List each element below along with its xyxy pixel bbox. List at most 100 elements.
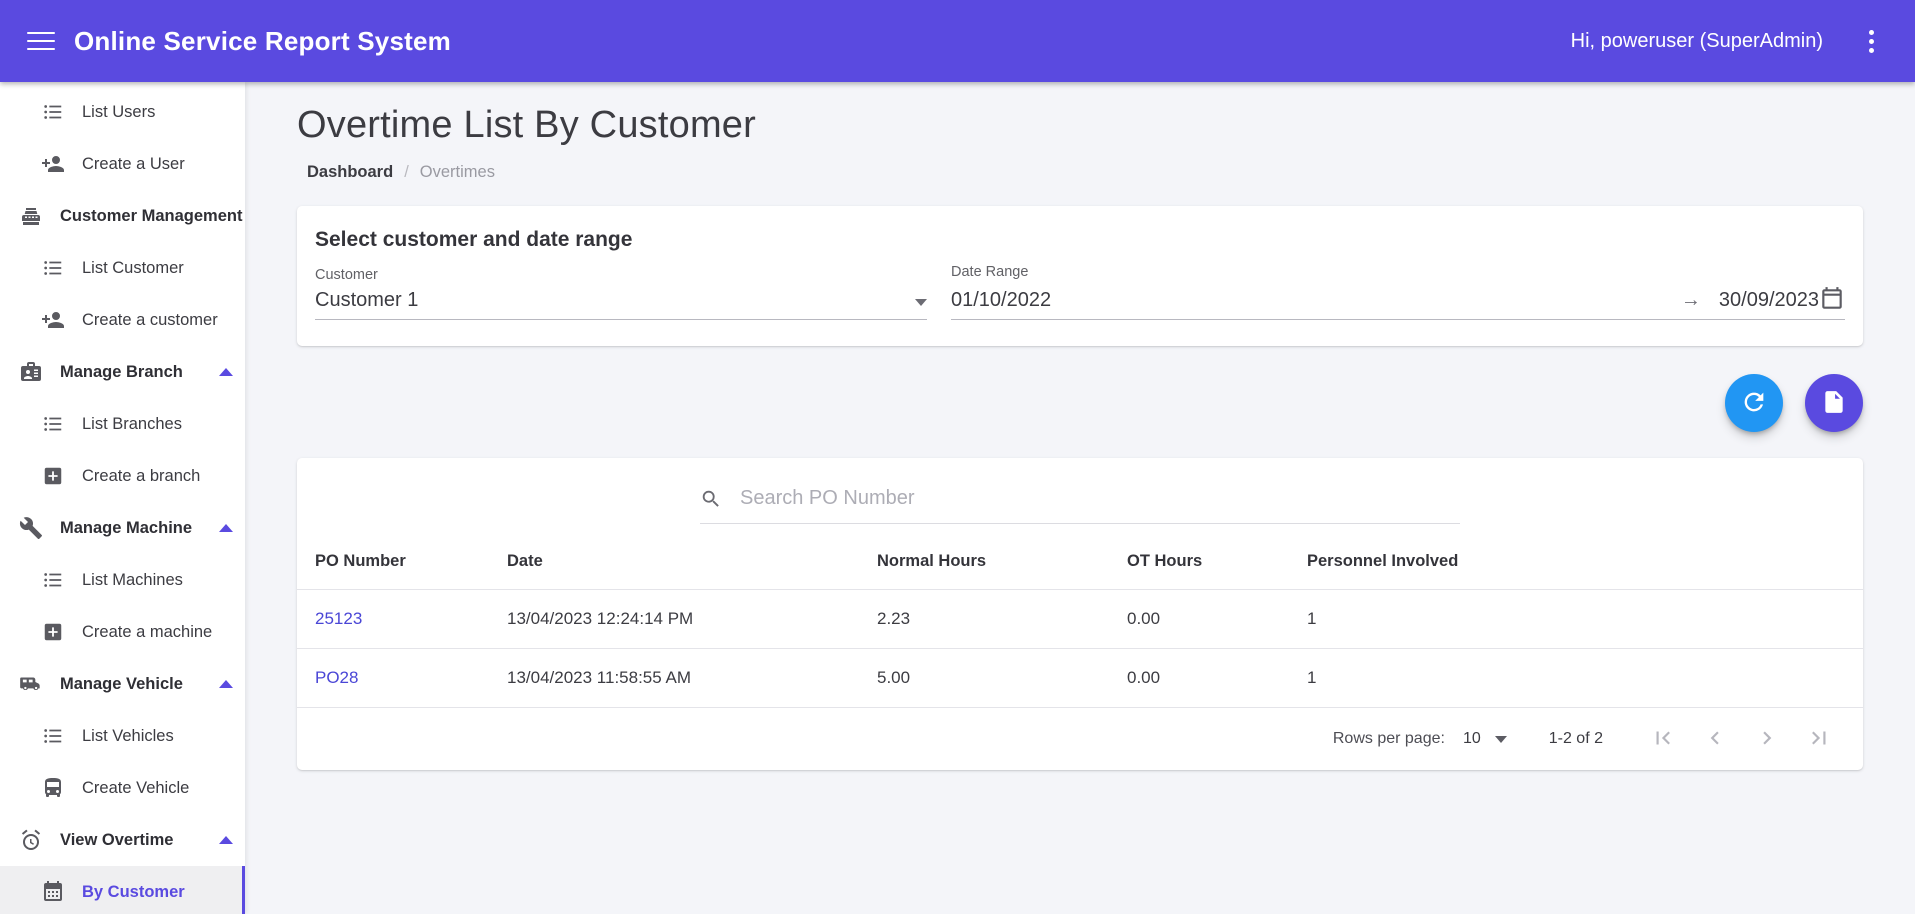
sidebar-item-create-a-machine[interactable]: Create a machine (0, 606, 245, 658)
chevron-up-icon[interactable] (219, 524, 233, 532)
table-header-row: PO Number Date Normal Hours OT Hours Per… (297, 534, 1863, 590)
pdf-file-icon (1821, 389, 1847, 418)
wrench-icon (18, 515, 44, 541)
sidebar-item-customer-management[interactable]: Customer Management (0, 190, 245, 242)
date-range-start-input[interactable]: 01/10/2022 (951, 289, 1051, 312)
chevron-down-icon[interactable] (915, 299, 927, 306)
sidebar-item-list-vehicles[interactable]: List Vehicles (0, 710, 245, 762)
date-range-field[interactable]: Date Range 01/10/2022 → 30/09/2023 (951, 264, 1845, 320)
sidebar-item-create-a-branch[interactable]: Create a branch (0, 450, 245, 502)
sidebar-item-list-branches[interactable]: List Branches (0, 398, 245, 450)
hamburger-menu-icon[interactable] (24, 24, 58, 58)
customer-select-label: Customer (315, 267, 378, 283)
cash-register-icon (18, 203, 44, 229)
cell-date: 13/04/2023 12:24:14 PM (507, 609, 694, 628)
sidebar-item-label: By Customer (82, 882, 185, 901)
chevron-right-icon (1754, 725, 1780, 754)
table-row[interactable]: 25123 13/04/2023 12:24:14 PM 2.23 0.00 1 (297, 589, 1863, 649)
sidebar[interactable]: List Users Create a User Customer Manageme… (0, 82, 245, 914)
rows-per-page-value[interactable]: 10 (1463, 730, 1481, 748)
next-page-button[interactable] (1741, 717, 1793, 761)
sidebar-item-view-overtime[interactable]: View Overtime (0, 814, 245, 866)
van-icon (18, 671, 44, 697)
kebab-dot (1868, 47, 1874, 53)
breadcrumb-dashboard-link[interactable]: Dashboard (307, 163, 393, 182)
date-range-end-input[interactable]: 30/09/2023 (1719, 289, 1819, 312)
search-field[interactable] (700, 486, 1460, 524)
cell-normal-hours: 5.00 (877, 668, 911, 687)
hamburger-bar (27, 48, 55, 50)
cell-date: 13/04/2023 11:58:55 AM (507, 668, 692, 687)
sidebar-item-label: Create a branch (82, 466, 201, 485)
chevron-up-icon[interactable] (219, 836, 233, 844)
app-title: Online Service Report System (74, 25, 451, 56)
cell-ot-hours-cell: 0.00 (1127, 589, 1307, 649)
last-page-button[interactable] (1793, 717, 1845, 761)
cell-ot-hours-cell: 0.00 (1127, 648, 1307, 708)
sidebar-item-by-customer[interactable]: By Customer (0, 866, 245, 914)
sidebar-item-list-users[interactable]: List Users (0, 86, 245, 138)
sidebar-item-manage-branch[interactable]: Manage Branch (0, 346, 245, 398)
column-header-normal-hours[interactable]: Normal Hours (877, 534, 1127, 590)
first-page-button[interactable] (1637, 717, 1689, 761)
cell-po-number[interactable]: PO28 (315, 668, 358, 687)
refresh-button[interactable] (1725, 374, 1783, 432)
chevron-up-icon[interactable] (219, 368, 233, 376)
badge-icon (18, 359, 44, 385)
sidebar-item-create-vehicle[interactable]: Create Vehicle (0, 762, 245, 814)
sidebar-item-label: View Overtime (60, 830, 174, 849)
sidebar-item-label: Create Vehicle (82, 778, 190, 797)
list-icon (40, 411, 66, 437)
kebab-dot (1868, 29, 1874, 35)
chevron-down-icon[interactable] (1494, 735, 1507, 743)
sidebar-item-list-customer[interactable]: List Customer (0, 242, 245, 294)
bus-icon (40, 775, 66, 801)
sidebar-item-list-machines[interactable]: List Machines (0, 554, 245, 606)
calendar-icon[interactable] (1819, 286, 1845, 312)
list-icon (40, 99, 66, 125)
table-body: 25123 13/04/2023 12:24:14 PM 2.23 0.00 1 PO28… (297, 589, 1863, 708)
action-button-row (297, 374, 1863, 432)
cell-po-number[interactable]: 25123 (315, 609, 362, 628)
more-vert-icon[interactable] (1853, 23, 1889, 59)
cell-personnel-cell: 1 (1307, 589, 1863, 649)
sidebar-item-label: List Users (82, 102, 156, 121)
sidebar-item-label: Create a User (82, 154, 185, 173)
sidebar-item-manage-machine[interactable]: Manage Machine (0, 502, 245, 554)
column-header-po-number[interactable]: PO Number (297, 534, 507, 590)
alarm-clock-icon (18, 827, 44, 853)
list-icon (40, 723, 66, 749)
export-pdf-button[interactable] (1805, 374, 1863, 432)
table-row[interactable]: PO28 13/04/2023 11:58:55 AM 5.00 0.00 1 (297, 648, 1863, 708)
search-input[interactable] (738, 486, 1460, 511)
cell-personnel: 1 (1307, 668, 1317, 687)
breadcrumb-current: Overtimes (419, 163, 495, 181)
previous-page-button[interactable] (1689, 717, 1741, 761)
cell-ot-hours: 0.00 (1127, 668, 1161, 687)
sidebar-item-create-a-user[interactable]: Create a User (0, 138, 245, 190)
cell-normal-hours-cell: 2.23 (877, 589, 1127, 649)
column-header-date[interactable]: Date (507, 534, 877, 590)
kebab-dot (1868, 38, 1874, 44)
search-icon (700, 488, 722, 510)
sidebar-item-label: List Vehicles (82, 726, 174, 745)
sidebar-item-label: List Branches (82, 414, 182, 433)
hamburger-bar (27, 40, 55, 42)
search-row (315, 458, 1845, 534)
sidebar-item-manage-vehicle[interactable]: Manage Vehicle (0, 658, 245, 710)
breadcrumb-separator: / (404, 163, 409, 181)
cell-personnel-cell: 1 (1307, 648, 1863, 708)
column-header-personnel[interactable]: Personnel Involved (1307, 534, 1863, 590)
pagination-range-label: 1-2 of 2 (1548, 730, 1603, 747)
customer-select[interactable]: Customer Customer 1 (315, 267, 927, 320)
sidebar-item-label: Customer Management (60, 206, 243, 225)
sidebar-item-label: Manage Branch (60, 362, 183, 381)
cell-normal-hours-cell: 5.00 (877, 648, 1127, 708)
column-header-ot-hours[interactable]: OT Hours (1127, 534, 1307, 590)
chevron-up-icon[interactable] (219, 680, 233, 688)
customer-select-value: Customer 1 (315, 289, 419, 311)
cell-personnel: 1 (1307, 609, 1317, 628)
sidebar-item-create-a-customer[interactable]: Create a customer (0, 294, 245, 346)
user-greeting: Hi, poweruser (SuperAdmin) (1570, 29, 1823, 52)
page-title: Overtime List By Customer (297, 104, 756, 146)
